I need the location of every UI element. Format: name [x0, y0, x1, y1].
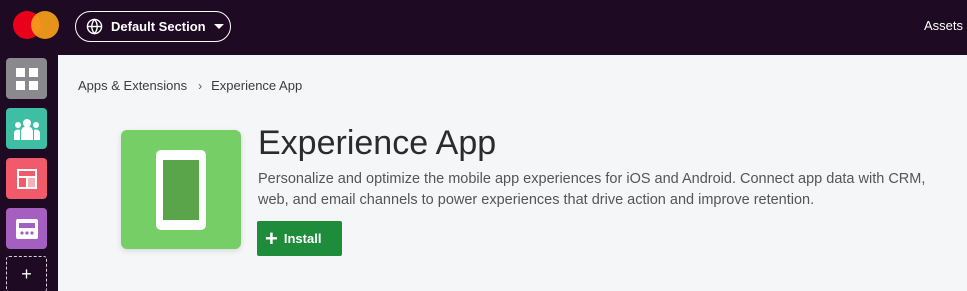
top-bar: Default Section Assets	[0, 0, 967, 55]
app-tile-image	[121, 130, 241, 249]
chevron-right-icon: ›	[198, 78, 203, 93]
globe-icon	[86, 18, 103, 35]
sidebar-item-layouts[interactable]	[6, 158, 47, 199]
caret-down-icon	[213, 24, 224, 29]
mobile-phone-icon	[156, 150, 206, 230]
brand-logo[interactable]	[13, 11, 61, 39]
section-selector-button[interactable]: Default Section	[75, 11, 231, 42]
people-icon	[13, 118, 40, 140]
left-sidebar: +	[0, 55, 58, 291]
page-title: Experience App	[258, 124, 497, 162]
install-button-label: Install	[283, 231, 322, 246]
plus-icon: +	[265, 225, 278, 251]
section-selector-label: Default Section	[111, 19, 206, 34]
app-description: Personalize and optimize the mobile app …	[258, 171, 926, 208]
grid-icon	[15, 67, 38, 90]
sidebar-item-dashboard[interactable]	[6, 58, 47, 99]
breadcrumb-current: Experience App	[211, 78, 303, 93]
sidebar-item-app-templates[interactable]	[6, 208, 47, 249]
breadcrumb-apps-extensions-link[interactable]: Apps & Extensions	[78, 78, 187, 93]
logo-circle-orange	[31, 11, 59, 39]
app-window-icon	[15, 218, 38, 239]
assets-link[interactable]: Assets	[924, 18, 963, 33]
phone-screen	[163, 160, 199, 220]
breadcrumb: Apps & Extensions › Experience App	[78, 78, 302, 93]
sidebar-item-audiences[interactable]	[6, 108, 47, 149]
add-app-button[interactable]: +	[6, 256, 47, 291]
install-button[interactable]: + Install	[257, 221, 342, 256]
layout-icon	[16, 168, 37, 189]
